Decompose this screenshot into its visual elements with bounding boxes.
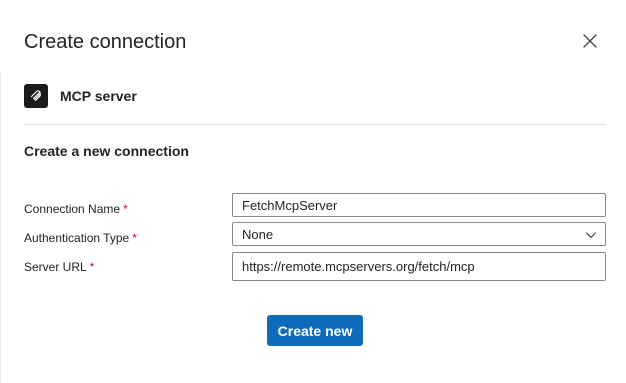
create-new-button[interactable]: Create new	[267, 315, 363, 346]
authentication-type-value: None	[242, 226, 274, 242]
dialog-left-rail	[0, 72, 1, 383]
create-connection-dialog: Create connection MCP server Create a ne…	[0, 0, 626, 383]
authentication-type-label: Authentication Type *	[24, 231, 137, 245]
connection-name-label: Connection Name *	[24, 202, 128, 216]
server-url-label-text: Server URL	[24, 260, 87, 274]
dialog-title: Create connection	[24, 31, 187, 53]
authentication-type-label-text: Authentication Type	[24, 231, 130, 245]
close-icon	[583, 34, 597, 48]
close-button[interactable]	[578, 29, 602, 53]
chevron-down-icon	[585, 232, 597, 239]
connector-name: MCP server	[60, 88, 137, 104]
server-url-input[interactable]	[232, 252, 606, 281]
required-marker: *	[123, 202, 128, 216]
form-section-title: Create a new connection	[24, 143, 189, 159]
required-marker: *	[89, 260, 95, 274]
authentication-type-select[interactable]: None	[232, 222, 606, 246]
section-divider	[24, 124, 606, 125]
server-url-label: Server URL *	[24, 260, 94, 274]
mcp-server-icon	[24, 84, 48, 108]
connection-name-input[interactable]	[232, 193, 606, 217]
required-marker: *	[132, 231, 137, 245]
connection-name-label-text: Connection Name	[24, 202, 121, 216]
connector-header: MCP server	[24, 84, 137, 108]
